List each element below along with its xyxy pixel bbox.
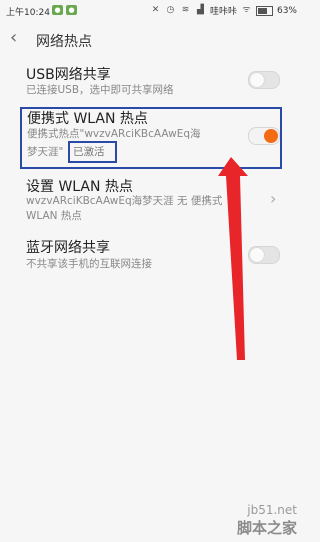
watermark: jb51.net 脚本之家 [237,503,297,538]
red-arrow-icon [218,157,248,360]
annotation-arrow [218,157,248,360]
watermark-site: jb51.net [247,503,297,517]
watermark-brand: 脚本之家 [236,519,297,537]
